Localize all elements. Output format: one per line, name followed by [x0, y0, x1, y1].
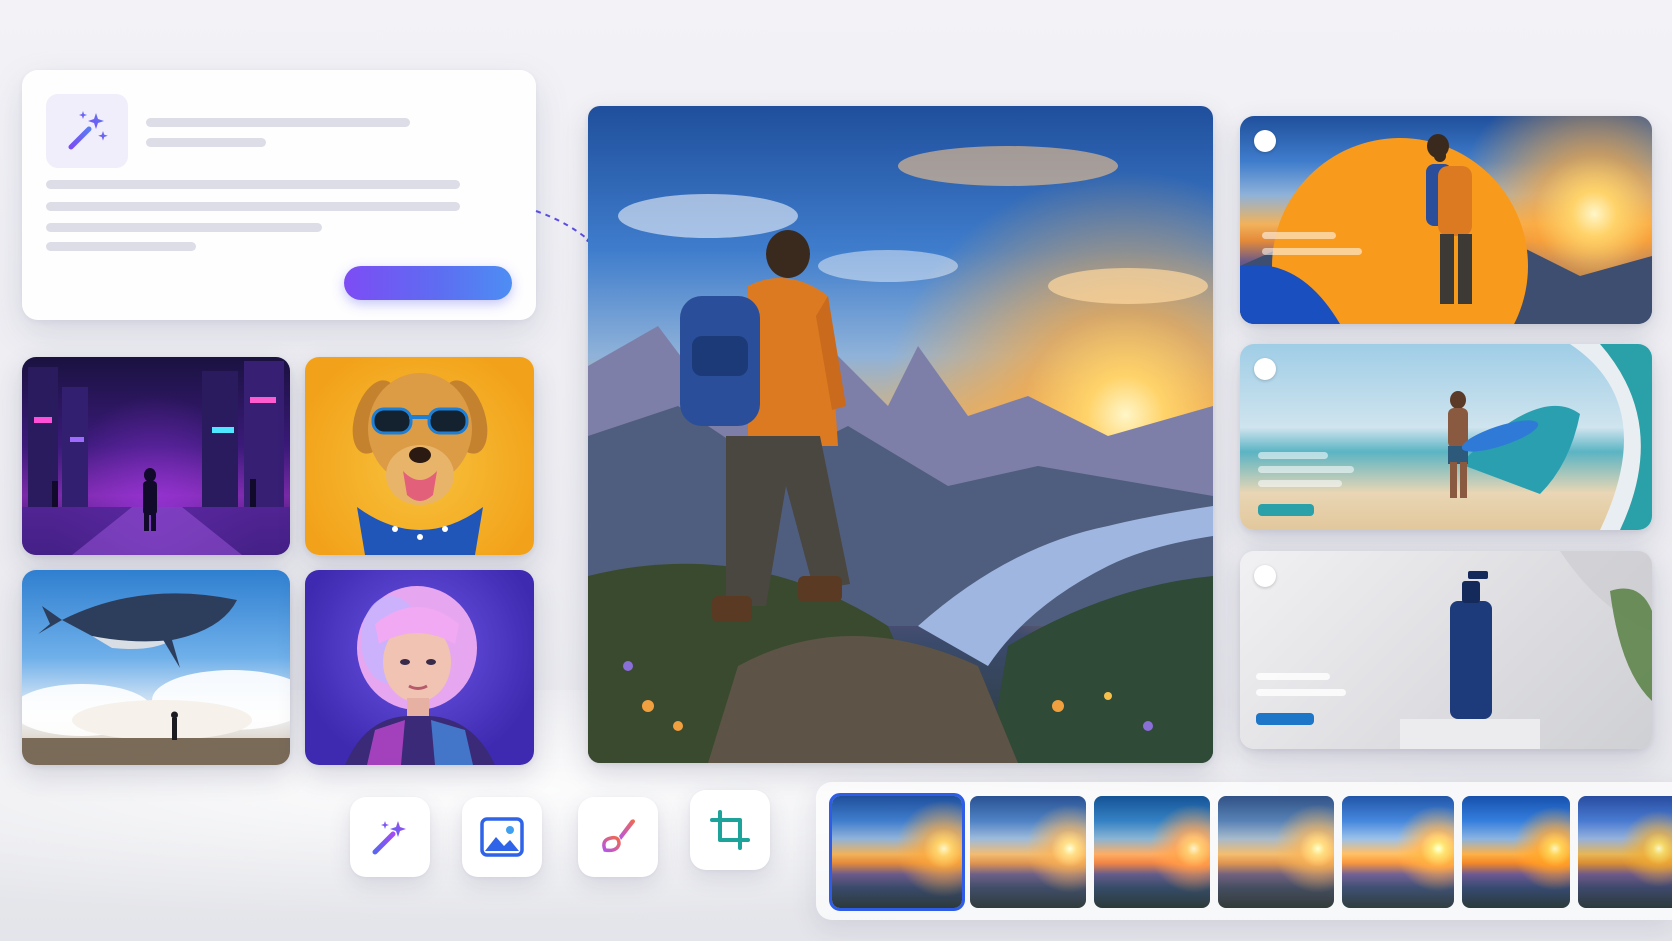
placeholder-line [1262, 232, 1336, 239]
neon-portrait-image[interactable] [305, 570, 534, 765]
main-canvas-image[interactable] [588, 106, 1213, 763]
placeholder-line [1258, 504, 1314, 516]
template-hiker[interactable] [1240, 116, 1652, 324]
image-tool-button[interactable] [462, 797, 542, 877]
placeholder-line [46, 180, 460, 189]
magic-wand-sparkle-icon [46, 94, 128, 168]
placeholder-line [46, 202, 460, 211]
variation-thumbnail[interactable] [1218, 796, 1334, 908]
template-product[interactable] [1240, 551, 1652, 749]
prompt-panel [22, 70, 536, 320]
placeholder-line [1258, 480, 1342, 487]
variations-filmstrip [816, 782, 1672, 920]
placeholder-line [1262, 248, 1362, 255]
placeholder-line [1258, 452, 1328, 459]
placeholder-line [146, 118, 410, 127]
crop-icon [710, 810, 750, 850]
placeholder-line [146, 138, 266, 147]
neon-city-image[interactable] [22, 357, 290, 555]
placeholder-line [1256, 689, 1346, 696]
magic-tool-button[interactable] [350, 797, 430, 877]
crop-tool-button[interactable] [690, 790, 770, 870]
brush-tool-button[interactable] [578, 797, 658, 877]
placeholder-line [46, 242, 196, 251]
template-select-radio[interactable] [1254, 565, 1276, 587]
generate-button[interactable] [344, 266, 512, 300]
placeholder-line [1258, 466, 1354, 473]
variation-thumbnail[interactable] [970, 796, 1086, 908]
placeholder-line [1256, 713, 1314, 725]
template-select-radio[interactable] [1254, 358, 1276, 380]
template-surfer[interactable] [1240, 344, 1652, 530]
variation-thumbnail[interactable] [1578, 796, 1672, 908]
template-select-radio[interactable] [1254, 130, 1276, 152]
placeholder-line [1256, 673, 1330, 680]
image-icon [480, 817, 524, 857]
variation-thumbnail[interactable] [1094, 796, 1210, 908]
variation-thumbnail[interactable] [1462, 796, 1570, 908]
placeholder-line [46, 223, 322, 232]
variation-thumbnail[interactable] [829, 793, 965, 911]
flying-whale-image[interactable] [22, 570, 290, 765]
magic-wand-icon [372, 821, 406, 855]
brush-icon [602, 819, 635, 853]
variation-thumbnail[interactable] [1342, 796, 1454, 908]
dog-sunglasses-image[interactable] [305, 357, 534, 555]
